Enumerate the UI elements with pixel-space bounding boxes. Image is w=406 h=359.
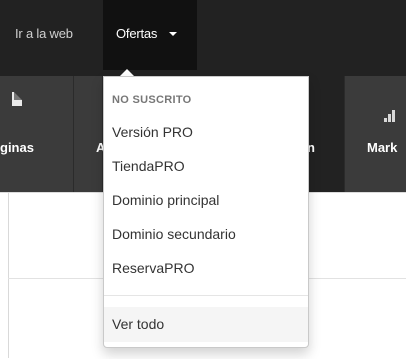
nav-label-marketing: Mark xyxy=(367,140,398,155)
menu-item-reservapro[interactable]: ReservaPRO xyxy=(112,260,194,276)
nav-label-paginas: ginas xyxy=(0,140,34,155)
menu-divider xyxy=(104,295,308,296)
menu-item-dominio-secundario[interactable]: Dominio secundario xyxy=(112,226,236,242)
menu-item-dominio-principal[interactable]: Dominio principal xyxy=(112,192,219,208)
ofertas-dropdown-toggle[interactable]: Ofertas xyxy=(103,0,197,70)
ofertas-dropdown-menu: NO SUSCRITO Versión PRO TiendaPRO Domini… xyxy=(103,76,309,348)
menu-item-version-pro[interactable]: Versión PRO xyxy=(112,124,193,140)
nav-item-paginas[interactable]: ginas xyxy=(0,76,74,192)
menu-item-tiendapro[interactable]: TiendaPRO xyxy=(112,158,185,174)
caret-down-icon xyxy=(169,32,177,36)
link-ir-a-la-web[interactable]: Ir a la web xyxy=(15,26,73,41)
top-navbar: Ir a la web Ofertas xyxy=(0,0,406,76)
bar-chart-icon xyxy=(384,110,398,122)
menu-item-ver-todo[interactable]: Ver todo xyxy=(104,307,308,342)
dropdown-header: NO SUSCRITO xyxy=(112,94,192,106)
ofertas-label: Ofertas xyxy=(116,26,158,41)
content-border xyxy=(8,192,9,358)
nav-item-a[interactable]: A xyxy=(74,76,105,192)
nav-item-active[interactable]: n xyxy=(307,76,345,192)
document-icon xyxy=(12,92,22,106)
nav-item-marketing[interactable]: Mark xyxy=(345,76,406,192)
